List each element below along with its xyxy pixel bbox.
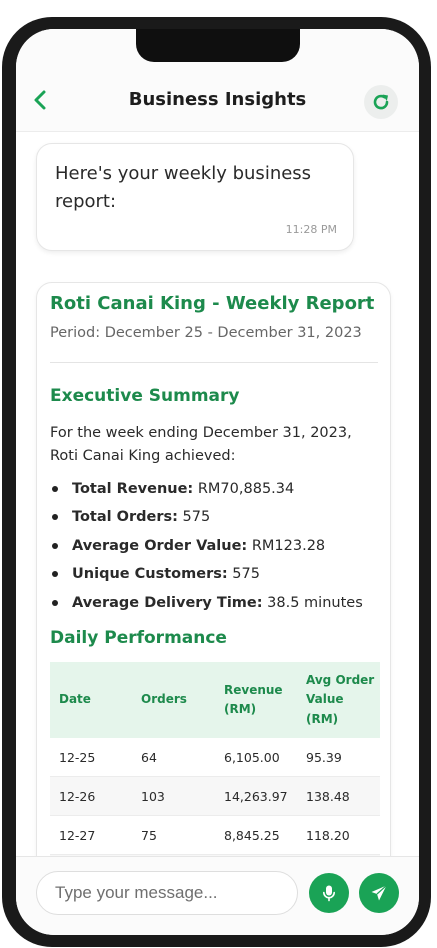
table-cell: 75	[141, 827, 157, 843]
page-title: Business Insights	[128, 89, 307, 110]
table-row: 12-26 103 14,263.97 138.48	[50, 777, 380, 816]
column-header-revenue: Revenue (RM)	[224, 682, 283, 717]
table-row: 12-27 75 8,845.25 118.20	[50, 816, 380, 855]
summary-intro: For the week ending December 31, 2023, R…	[50, 425, 352, 464]
report-card: Roti Canai King - Weekly Report Period: …	[36, 282, 391, 856]
list-item: Unique Customers: 575	[50, 564, 380, 592]
microphone-icon	[323, 885, 335, 902]
table-cell: 12-25	[59, 749, 96, 765]
table-cell: 64	[141, 749, 157, 765]
table-cell: 14,263.97	[224, 788, 288, 804]
table-cell: 103	[141, 788, 165, 804]
metric-value: RM123.28	[251, 537, 326, 554]
report-period: Period: December 25 - December 31, 2023	[50, 325, 362, 341]
refresh-button[interactable]	[364, 85, 398, 119]
report-title: Roti Canai King - Weekly Report	[50, 293, 375, 314]
metric-value: 38.5 minutes	[267, 594, 363, 611]
column-header-orders: Orders	[141, 692, 187, 707]
column-header-date: Date	[59, 692, 91, 707]
table-row: 12-25 64 6,105.00 95.39	[50, 738, 380, 777]
metric-label: Average Order Value:	[72, 537, 248, 554]
list-item: Total Revenue: RM70,885.34	[50, 479, 380, 507]
daily-heading: Daily Performance	[50, 628, 227, 648]
metric-label: Average Delivery Time:	[72, 594, 263, 611]
table-cell: 12-27	[59, 827, 96, 843]
mic-button[interactable]	[309, 873, 349, 913]
chat-content[interactable]: Here's your weekly business report: 11:2…	[16, 132, 419, 856]
message-bubble: Here's your weekly business report: 11:2…	[36, 143, 354, 251]
table-cell: 12-26	[59, 788, 96, 804]
bullet	[52, 571, 58, 578]
table-cell: 95.39	[306, 749, 342, 765]
table-cell: 118.20	[306, 827, 350, 843]
list-item: Average Order Value: RM123.28	[50, 536, 380, 564]
metric-value: RM70,885.34	[197, 481, 295, 497]
column-header-avg-order: Avg Order Value (RM)	[306, 672, 375, 726]
bullet	[52, 486, 58, 492]
composer-bar	[16, 856, 419, 935]
message-time: 11:28 PM	[285, 223, 337, 236]
refresh-icon	[373, 94, 389, 110]
phone-frame: Business Insights Here's your weekly bus…	[2, 17, 431, 947]
phone-notch	[136, 29, 300, 62]
daily-table: Date Orders Revenue (RM) Avg Order Value…	[50, 662, 380, 856]
table-cell: 138.48	[306, 788, 350, 804]
metrics-list: Total Revenue: RM70,885.34 Total Orders:…	[50, 479, 380, 621]
metric-value: 575	[232, 566, 260, 583]
table-cell: 6,105.00	[224, 749, 280, 765]
app-screen: Business Insights Here's your weekly bus…	[16, 29, 419, 935]
table-cell: 8,845.25	[224, 827, 280, 843]
list-item: Average Delivery Time: 38.5 minutes	[50, 593, 380, 621]
bullet	[52, 542, 58, 549]
send-icon	[371, 885, 387, 901]
metric-value: 575	[182, 509, 211, 526]
message-input[interactable]	[36, 871, 298, 915]
list-item: Total Orders: 575	[50, 507, 380, 535]
metric-label: Total Orders:	[72, 509, 178, 526]
message-text: Here's your weekly business report:	[55, 163, 312, 212]
summary-heading: Executive Summary	[50, 386, 240, 406]
metric-label: Unique Customers:	[72, 566, 228, 583]
bullet	[52, 514, 58, 521]
divider	[50, 362, 378, 363]
bullet	[52, 599, 58, 606]
table-header: Date Orders Revenue (RM) Avg Order Value…	[50, 662, 380, 738]
metric-label: Total Revenue:	[72, 481, 194, 497]
send-button[interactable]	[359, 873, 399, 913]
